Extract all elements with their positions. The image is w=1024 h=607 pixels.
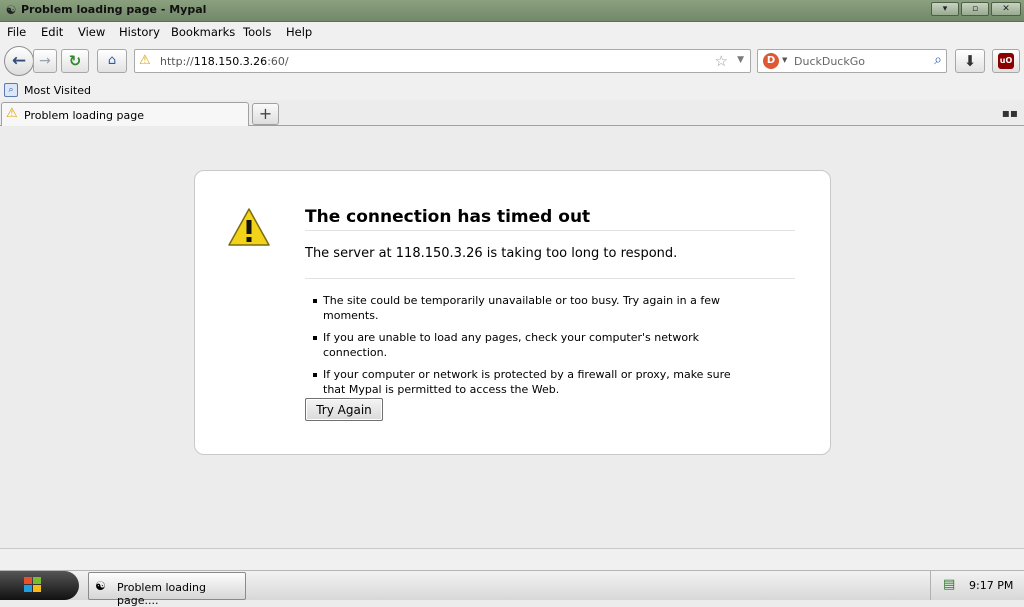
site-warning-icon[interactable]: ⚠ <box>139 53 151 68</box>
suggestion-item: The site could be temporarily unavailabl… <box>313 293 753 323</box>
navigation-toolbar: ← → ↻ ⌂ ⚠ http://118.150.3.26:60/ ☆ ▼ D … <box>0 42 1024 80</box>
title-divider <box>305 230 795 231</box>
download-arrow-icon: ⬇ <box>963 52 977 70</box>
forward-button[interactable]: → <box>33 49 57 73</box>
url-history-dropdown-icon[interactable]: ▼ <box>737 55 744 65</box>
clock[interactable]: 9:17 PM <box>969 579 1013 592</box>
description-divider <box>305 278 795 279</box>
error-container: The connection has timed out The server … <box>194 170 831 455</box>
suggestion-item: If you are unable to load any pages, che… <box>313 330 753 360</box>
downloads-button[interactable]: ⬇ <box>955 49 985 73</box>
url-bar[interactable]: ⚠ http://118.150.3.26:60/ ☆ ▼ <box>134 49 751 73</box>
search-bar[interactable]: D ▼ DuckDuckGo ⌕ <box>757 49 947 73</box>
most-visited-icon[interactable]: ⌕ <box>4 83 18 97</box>
most-visited-bookmark[interactable]: Most Visited <box>24 84 91 97</box>
page-content: The connection has timed out The server … <box>0 127 1024 548</box>
duckduckgo-icon[interactable]: D <box>763 53 779 69</box>
restore-button[interactable]: ▫ <box>961 2 989 16</box>
warning-icon <box>228 208 270 246</box>
error-title: The connection has timed out <box>305 207 591 227</box>
back-arrow-icon: ← <box>11 51 27 71</box>
start-button[interactable] <box>0 571 79 600</box>
ublock-button[interactable]: uO <box>992 49 1020 73</box>
url-text[interactable]: http://118.150.3.26:60/ <box>160 55 289 68</box>
system-tray: ▤ 9:17 PM <box>930 571 1024 600</box>
window-title: Problem loading page - Mypal <box>21 3 207 16</box>
menu-bookmarks[interactable]: Bookmarks <box>171 25 235 39</box>
menu-edit[interactable]: Edit <box>41 25 63 39</box>
menu-bar: File Edit View History Bookmarks Tools H… <box>0 22 1024 42</box>
url-host: 118.150.3.26 <box>193 55 268 68</box>
minimize-button[interactable]: ▾ <box>931 2 959 16</box>
back-button[interactable]: ← <box>4 46 34 76</box>
bookmarks-toolbar: ⌕ Most Visited <box>0 80 1024 100</box>
browser-app-icon: ☯ <box>95 579 106 593</box>
error-suggestions: The site could be temporarily unavailabl… <box>313 293 753 404</box>
ublock-shield-icon: uO <box>998 53 1014 69</box>
url-prefix: http:// <box>160 55 194 68</box>
suggestion-item: If your computer or network is protected… <box>313 367 753 397</box>
title-bar: ☯ Problem loading page - Mypal ▾ ▫ ✕ <box>0 0 1024 22</box>
close-button[interactable]: ✕ <box>991 2 1021 16</box>
forward-arrow-icon: → <box>39 53 51 69</box>
bookmark-star-icon[interactable]: ☆ <box>715 52 728 70</box>
search-icon[interactable]: ⌕ <box>934 52 942 68</box>
new-tab-button[interactable]: + <box>252 103 279 125</box>
menu-view[interactable]: View <box>78 25 105 39</box>
tab-warning-icon: ⚠ <box>6 106 18 121</box>
tab-groups-icon[interactable]: ▪▪ <box>1002 106 1018 120</box>
network-icon[interactable]: ▤ <box>943 577 955 592</box>
menu-history[interactable]: History <box>119 25 160 39</box>
reload-button[interactable]: ↻ <box>61 49 89 73</box>
home-button[interactable]: ⌂ <box>97 49 127 73</box>
tab-label: Problem loading page <box>24 109 144 122</box>
search-input[interactable]: DuckDuckGo <box>794 55 865 68</box>
app-icon: ☯ <box>5 3 17 17</box>
url-suffix: :60/ <box>267 55 289 68</box>
taskbar: ☯ Problem loading page.... ▤ 9:17 PM <box>0 570 1024 607</box>
menu-tools[interactable]: Tools <box>243 25 271 39</box>
error-description: The server at 118.150.3.26 is taking too… <box>305 246 678 261</box>
taskbar-item-label: Problem loading page.... <box>117 581 206 607</box>
home-icon: ⌂ <box>107 53 117 68</box>
windows-logo-icon <box>24 577 41 592</box>
try-again-button[interactable]: Try Again <box>305 398 383 421</box>
tab-strip: ⚠ Problem loading page + ▪▪ <box>0 100 1024 126</box>
engine-dropdown-icon[interactable]: ▼ <box>782 56 787 64</box>
reload-icon: ↻ <box>68 52 82 70</box>
menu-file[interactable]: File <box>7 25 26 39</box>
tab-problem-loading-page[interactable]: ⚠ Problem loading page <box>1 102 249 126</box>
status-bar <box>0 548 1024 570</box>
menu-help[interactable]: Help <box>286 25 312 39</box>
taskbar-item-browser[interactable]: ☯ Problem loading page.... <box>88 572 246 607</box>
